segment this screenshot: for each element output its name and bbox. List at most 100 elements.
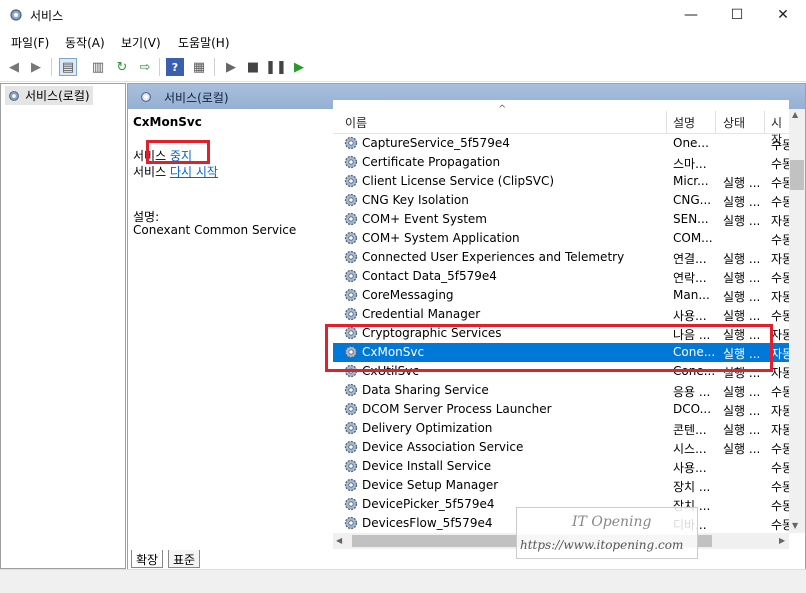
- service-description: 응용 ...: [673, 385, 711, 399]
- service-gear-icon: [344, 193, 358, 207]
- show-hide-console-tree-icon[interactable]: ▤: [59, 58, 77, 76]
- tree-item-services-local[interactable]: 서비스(로컬): [5, 86, 93, 105]
- vertical-scroll-thumb[interactable]: [790, 160, 804, 190]
- restart-service-line: 서비스 다시 시작: [133, 163, 218, 180]
- column-status[interactable]: 상태: [723, 114, 745, 131]
- menu-view[interactable]: 보기(V): [121, 34, 161, 51]
- service-name: Device Association Service: [362, 440, 524, 454]
- help-icon[interactable]: ?: [166, 58, 184, 76]
- service-name: Contact Data_5f579e4: [362, 269, 497, 283]
- start-service-icon[interactable]: ▶: [222, 58, 240, 76]
- service-gear-icon: [344, 421, 358, 435]
- service-gear-icon: [344, 307, 358, 321]
- restart-service-link[interactable]: 다시 시작: [170, 165, 218, 179]
- menu-help[interactable]: 도움말(H): [178, 34, 230, 51]
- service-status: 실행 ...: [723, 252, 761, 266]
- service-row[interactable]: Delivery Optimization 콘텐... 실행 ... 자동: [333, 419, 793, 438]
- service-description: Micr...: [673, 174, 709, 188]
- service-description: Man...: [673, 288, 710, 302]
- show-action-pane-icon[interactable]: ▦: [190, 58, 208, 76]
- service-row[interactable]: CNG Key Isolation CNG... 실행 ... 수동: [333, 191, 793, 210]
- service-row[interactable]: DCOM Server Process Launcher DCO... 실행 ...…: [333, 400, 793, 419]
- watermark-url: https://www.itopening.com: [520, 538, 684, 552]
- service-row[interactable]: Connected User Experiences and Telemetry…: [333, 248, 793, 267]
- service-row[interactable]: Device Setup Manager 장치 ... 수동: [333, 476, 793, 495]
- service-row[interactable]: Credential Manager 사용... 실행 ... 수동: [333, 305, 793, 324]
- service-row[interactable]: Device Install Service 사용... 수동: [333, 457, 793, 476]
- service-gear-icon: [344, 478, 358, 492]
- tab-extended[interactable]: 확장: [131, 550, 164, 568]
- service-name: Delivery Optimization: [362, 421, 493, 435]
- properties-icon[interactable]: ▥: [89, 58, 107, 76]
- service-row[interactable]: COM+ System Application COM... 수동: [333, 229, 793, 248]
- service-row[interactable]: Device Association Service 시스... 실행 ... 수동: [333, 438, 793, 457]
- forward-arrow-icon[interactable]: ▶: [27, 58, 45, 76]
- services-gear-icon: [10, 9, 22, 21]
- service-row[interactable]: Contact Data_5f579e4 연락... 실행 ... 수동: [333, 267, 793, 286]
- service-description: 연락...: [673, 271, 707, 285]
- service-gear-icon: [344, 459, 358, 473]
- service-name: COM+ Event System: [362, 212, 487, 226]
- service-row[interactable]: CoreMessaging Man... 실행 ... 자동: [333, 286, 793, 305]
- minimize-button[interactable]: —: [668, 0, 714, 30]
- menu-action[interactable]: 동작(A): [65, 34, 105, 51]
- service-description: One...: [673, 136, 709, 150]
- service-name: DCOM Server Process Launcher: [362, 402, 552, 416]
- restart-service-icon[interactable]: ▶: [290, 58, 308, 76]
- window-title: 서비스: [30, 9, 64, 23]
- service-name: Data Sharing Service: [362, 383, 489, 397]
- tab-standard[interactable]: 표준: [168, 550, 201, 568]
- service-gear-icon: [344, 174, 358, 188]
- services-gear-icon: [9, 90, 19, 101]
- scroll-down-icon[interactable]: ▼: [792, 521, 798, 530]
- service-status: 실행 ...: [723, 423, 761, 437]
- service-row[interactable]: COM+ Event System SEN... 실행 ... 자동: [333, 210, 793, 229]
- selected-service-name: CxMonSvc: [133, 115, 202, 129]
- service-gear-icon: [344, 212, 358, 226]
- close-button[interactable]: ✕: [760, 0, 806, 30]
- service-description: 연결...: [673, 252, 707, 266]
- refresh-icon[interactable]: ↻: [113, 58, 131, 76]
- service-gear-icon: [344, 383, 358, 397]
- back-arrow-icon[interactable]: ◀: [5, 58, 23, 76]
- scroll-right-icon[interactable]: ▶: [779, 536, 785, 545]
- scroll-left-icon[interactable]: ◀: [336, 536, 342, 545]
- maximize-button[interactable]: ☐: [714, 0, 760, 30]
- view-tabs: [128, 549, 805, 569]
- pause-service-icon[interactable]: ❚❚: [265, 58, 287, 76]
- service-name: CoreMessaging: [362, 288, 454, 302]
- service-gear-icon: [344, 288, 358, 302]
- service-description: 사용...: [673, 461, 707, 475]
- service-status: 실행 ...: [723, 404, 761, 418]
- column-description[interactable]: 설명: [673, 114, 695, 131]
- service-status: 실행 ...: [723, 442, 761, 456]
- service-gear-icon: [344, 155, 358, 169]
- scroll-up-icon[interactable]: ▲: [792, 110, 798, 119]
- description-text: Conexant Common Service: [133, 223, 297, 237]
- stop-link-highlight: [146, 140, 210, 164]
- service-gear-icon: [344, 231, 358, 245]
- service-description: 콘텐...: [673, 423, 707, 437]
- service-description: COM...: [673, 231, 713, 245]
- service-description: SEN...: [673, 212, 709, 226]
- service-name: CaptureService_5f579e4: [362, 136, 510, 150]
- service-row[interactable]: Data Sharing Service 응용 ... 실행 ... 수동: [333, 381, 793, 400]
- service-status: 실행 ...: [723, 176, 761, 190]
- service-status: 실행 ...: [723, 385, 761, 399]
- column-name[interactable]: 이름: [345, 114, 367, 131]
- service-description: DCO...: [673, 402, 712, 416]
- service-gear-icon: [344, 250, 358, 264]
- service-name: CNG Key Isolation: [362, 193, 469, 207]
- service-name: Connected User Experiences and Telemetry: [362, 250, 625, 264]
- export-list-icon[interactable]: ⇨: [136, 58, 154, 76]
- service-gear-icon: [344, 136, 358, 150]
- service-row[interactable]: Certificate Propagation 스마... 수동: [333, 153, 793, 172]
- service-name: Certificate Propagation: [362, 155, 501, 169]
- service-row[interactable]: Client License Service (ClipSVC) Micr... 실…: [333, 172, 793, 191]
- service-name: Client License Service (ClipSVC): [362, 174, 555, 188]
- service-row[interactable]: CaptureService_5f579e4 One... 수동: [333, 134, 793, 153]
- stop-service-icon[interactable]: ■: [244, 58, 262, 76]
- menu-file[interactable]: 파일(F): [11, 34, 49, 51]
- menu-bar: 파일(F) 동작(A) 보기(V) 도움말(H): [0, 30, 806, 52]
- service-gear-icon: [344, 440, 358, 454]
